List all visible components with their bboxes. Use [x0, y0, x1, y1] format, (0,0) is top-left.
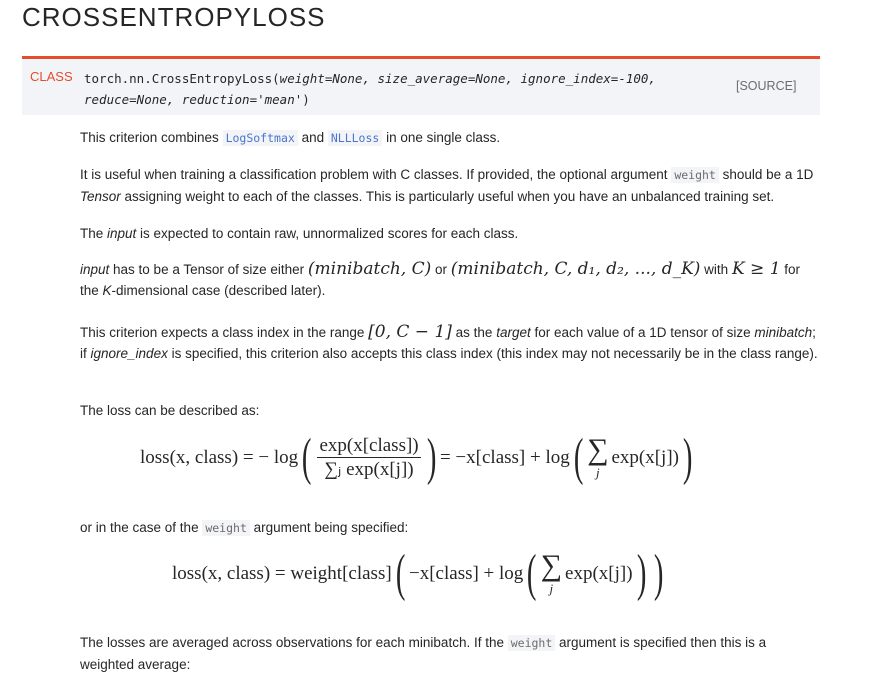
page-title: CROSSENTROPYLOSS — [22, 2, 326, 32]
args-line-1: weight=None, size_average=None, ignore_i… — [279, 71, 656, 86]
paren: ( — [527, 545, 537, 602]
args-line-2: reduce=None, reduction='mean' — [84, 92, 303, 107]
paragraph-weighted: or in the case of the weight argument be… — [80, 517, 820, 539]
source-link[interactable]: [SOURCE] — [736, 79, 796, 93]
math: loss(x, class) = weight[class] — [172, 563, 392, 584]
text: has to be a Tensor of size either — [109, 262, 308, 277]
text: input — [107, 226, 137, 241]
weighted-loss-equation: loss(x, class) = weight[class] ( −x[clas… — [172, 548, 667, 600]
sum: ∑ j — [587, 435, 608, 481]
weight-code: weight — [671, 167, 719, 183]
loss-equation: loss(x, class) = − log ( exp(x[class]) ∑ⱼ… — [140, 432, 696, 484]
text: This criterion combines — [80, 130, 223, 145]
text: and — [297, 130, 328, 145]
paragraph-input: The input is expected to contain raw, un… — [80, 223, 820, 244]
math: loss(x, class) = − log — [140, 447, 299, 468]
math: exp(x[j]) — [611, 447, 679, 468]
text: It is useful when training a classificat… — [80, 167, 672, 182]
sum-symbol: ∑ — [540, 549, 563, 582]
paren: ) — [426, 429, 437, 486]
math: (minibatch, C) — [307, 259, 432, 279]
paragraph-input-size: input has to be a Tensor of size either … — [80, 259, 820, 301]
text: ignore_index — [90, 346, 168, 361]
denominator: ∑ⱼ exp(x[j]) — [324, 459, 414, 480]
text: This criterion expects a class index in … — [80, 325, 369, 340]
text: or — [431, 262, 451, 277]
text: -dimensional case (described later). — [111, 283, 326, 298]
text: minibatch — [754, 325, 813, 340]
fraction: exp(x[class]) ∑ⱼ exp(x[j]) — [317, 435, 421, 481]
numerator: exp(x[class]) — [317, 435, 421, 458]
class-signature: CLASS torch.nn.CrossEntropyLoss(weight=N… — [22, 59, 820, 115]
weight-code: weight — [202, 520, 250, 536]
sum-symbol: ∑ — [587, 433, 609, 466]
paren: ) — [636, 545, 646, 602]
logsoftmax-link[interactable]: LogSoftmax — [222, 130, 298, 146]
text: in one single class. — [382, 130, 501, 145]
text: The losses are averaged across observati… — [80, 635, 508, 650]
paren: ( — [302, 429, 312, 486]
text: is expected to contain raw, unnormalized… — [136, 226, 519, 241]
math: −x[class] + log — [409, 563, 524, 584]
text: assigning weight to each of the classes.… — [120, 189, 775, 204]
paren: ) — [653, 545, 664, 602]
text: input — [80, 262, 110, 277]
math: K ≥ 1 — [731, 259, 781, 279]
math: [0, C − 1] — [368, 322, 452, 342]
paragraph-average: The losses are averaged across observati… — [80, 632, 820, 675]
signature-code: torch.nn.CrossEntropyLoss(weight=None, s… — [84, 68, 656, 110]
math: exp(x[j]) — [565, 563, 633, 584]
text: K — [102, 283, 112, 298]
paragraph-weight: It is useful when training a classificat… — [80, 164, 820, 207]
nllloss-link[interactable]: NLLLoss — [327, 130, 383, 146]
close-paren: ) — [302, 92, 310, 107]
math: = −x[class] + log — [439, 447, 570, 468]
paren: ( — [573, 429, 584, 486]
text: target — [496, 325, 531, 340]
math: (minibatch, C, d₁, d₂, ..., d_K) — [450, 259, 701, 279]
paragraph-loss: The loss can be described as: — [80, 403, 260, 418]
weight-code: weight — [507, 635, 556, 651]
text: The — [80, 226, 108, 241]
sum: ∑ j — [541, 551, 562, 597]
sum-index: j — [595, 465, 600, 480]
sum-index: j — [549, 581, 554, 596]
text: for each value of a 1D tensor of size — [530, 325, 755, 340]
text: Tensor — [80, 189, 121, 204]
paren: ) — [682, 429, 693, 486]
paragraph-intro: This criterion combines LogSoftmax and N… — [80, 127, 820, 149]
paragraph-target: This criterion expects a class index in … — [80, 322, 820, 364]
text: as the — [451, 325, 497, 340]
text: with — [700, 262, 732, 277]
class-label: CLASS — [30, 69, 73, 84]
paren: ( — [395, 545, 406, 602]
text: should be a 1D — [718, 167, 814, 182]
text: argument being specified: — [249, 520, 409, 535]
text: or in the case of the — [80, 520, 203, 535]
text: is specified, this criterion also accept… — [167, 346, 818, 361]
class-name: torch.nn.CrossEntropyLoss( — [84, 71, 280, 86]
